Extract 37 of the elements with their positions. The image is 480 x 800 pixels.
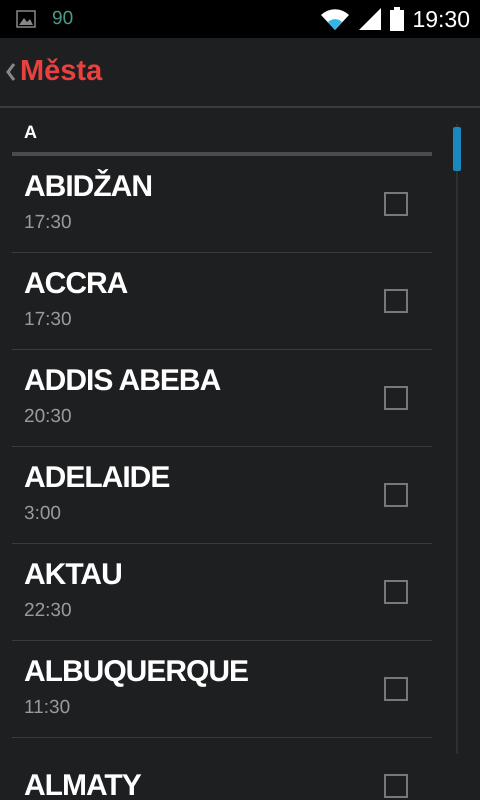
- city-time: 17:30: [24, 210, 73, 235]
- checkbox[interactable]: [384, 580, 408, 604]
- city-row[interactable]: AKTAU 22:30: [12, 544, 432, 641]
- battery-icon: [390, 7, 404, 31]
- city-name: ACCRA: [24, 266, 128, 300]
- checkbox[interactable]: [384, 774, 408, 798]
- gallery-icon: [16, 10, 36, 28]
- city-row[interactable]: ABIDŽAN 17:30: [12, 156, 432, 253]
- city-time: 22:30: [24, 598, 73, 623]
- city-row[interactable]: ALBUQUERQUE 11:30: [12, 640, 432, 738]
- city-name: ABIDŽAN: [24, 170, 152, 203]
- city-time: 17:30: [24, 308, 73, 332]
- city-name: ADDIS ABEBA: [24, 364, 220, 397]
- back-icon[interactable]: [6, 63, 16, 81]
- clock-time: 19:30: [412, 4, 470, 34]
- city-row[interactable]: ACCRA 17:30: [12, 252, 432, 350]
- city-time: 11:30: [24, 696, 72, 720]
- checkbox[interactable]: [384, 192, 408, 216]
- checkbox[interactable]: [384, 288, 408, 313]
- city-row[interactable]: ADDIS ABEBA 20:30: [12, 350, 432, 447]
- notification-count: 90: [52, 6, 74, 31]
- city-name: ALBUQUERQUE: [24, 654, 248, 688]
- checkbox[interactable]: [384, 386, 408, 410]
- screen-title: Města: [20, 54, 102, 90]
- section-header: A: [12, 108, 432, 156]
- checkbox[interactable]: [384, 482, 408, 507]
- city-name: ALMATY: [24, 769, 141, 798]
- city-row[interactable]: ADELAIDE 3:00: [12, 446, 432, 544]
- checkbox[interactable]: [384, 676, 408, 701]
- city-row[interactable]: ALMATY: [12, 738, 432, 798]
- city-name: ADELAIDE: [24, 460, 170, 494]
- signal-icon: [358, 7, 382, 31]
- wifi-icon: [320, 7, 350, 31]
- city-time: 3:00: [24, 502, 62, 526]
- scrollbar-thumb[interactable]: [453, 127, 461, 171]
- city-name: AKTAU: [24, 558, 122, 591]
- city-time: 20:30: [24, 404, 73, 429]
